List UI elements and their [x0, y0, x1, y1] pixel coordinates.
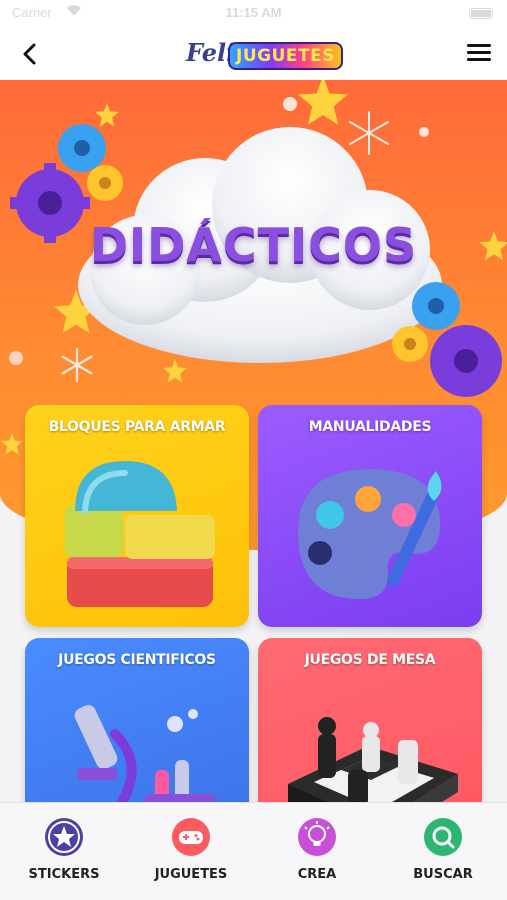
- status-time: 11:15 AM: [225, 5, 282, 20]
- status-bar: Carrier 11:15 AM: [0, 0, 507, 28]
- tab-buscar[interactable]: BUSCAR: [388, 817, 498, 887]
- tab-juguetes[interactable]: JUGUETES: [136, 817, 246, 887]
- tab-label: STICKERS: [28, 867, 100, 882]
- category-label: BLOQUES PARA ARMAR: [48, 419, 226, 435]
- battery-icon: [469, 8, 493, 19]
- tab-stickers[interactable]: STICKERS: [9, 817, 119, 887]
- category-label: JUEGOS CIENTIFICOS: [58, 652, 216, 668]
- category-card-cientificos[interactable]: JUEGOS CIENTIFICOS: [25, 638, 249, 802]
- category-card-manualidades[interactable]: MANUALIDADES: [258, 405, 482, 627]
- category-card-mesa[interactable]: JUEGOS DE MESA: [258, 638, 482, 802]
- logo-word-text: JUGUETES: [236, 46, 335, 66]
- paint-palette-icon: [298, 469, 442, 600]
- tab-label: CREA: [297, 867, 337, 882]
- hero-title: DIDÁCTICOS: [89, 218, 418, 272]
- gears-illustration: [392, 282, 502, 397]
- chess-board-icon: [288, 717, 458, 802]
- top-nav-bar: Felix JUGUETES: [0, 28, 507, 80]
- category-card-bloques[interactable]: BLOQUES PARA ARMAR: [25, 405, 249, 627]
- main-content[interactable]: DIDÁCTICOS BLOQUES PARA ARMAR MANUALIDAD…: [0, 80, 507, 802]
- star-decoration-icon: [0, 432, 24, 455]
- gamepad-icon: [172, 818, 210, 856]
- search-icon: [424, 818, 462, 856]
- building-blocks-icon: [65, 461, 215, 607]
- hamburger-menu-icon[interactable]: [465, 40, 493, 68]
- bottom-tab-bar: STICKERS JUGUETES CREA BUSCAR: [0, 802, 507, 900]
- lightbulb-icon: [298, 818, 336, 856]
- star-icon: [45, 818, 83, 856]
- dot-decoration: [283, 97, 297, 111]
- tab-crea[interactable]: CREA: [262, 817, 372, 887]
- logo-badge: JUGUETES: [228, 42, 343, 70]
- category-label: JUEGOS DE MESA: [304, 652, 436, 668]
- tab-label: JUGUETES: [154, 867, 228, 882]
- microscope-icon: [74, 705, 215, 802]
- app-logo: Felix JUGUETES: [184, 36, 343, 74]
- dot-decoration: [9, 351, 23, 365]
- chevron-left-icon[interactable]: [14, 38, 46, 70]
- tab-label: BUSCAR: [413, 867, 473, 882]
- category-label: MANUALIDADES: [308, 419, 432, 435]
